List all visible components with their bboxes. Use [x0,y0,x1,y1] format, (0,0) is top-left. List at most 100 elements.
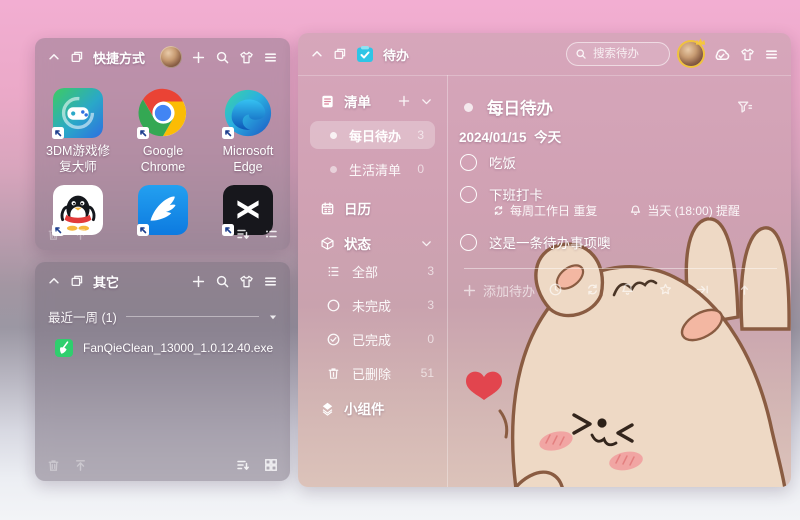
shortcuts-panel-footer [46,222,279,246]
grid-view-icon[interactable] [263,457,279,473]
group-label: 最近一周 (1) [48,311,117,325]
todo-main: 每日待办 2024/01/15 今天 吃饭 下班打卡 每周工作日 重复 当天 (… [448,75,791,487]
todo-item[interactable]: 吃饭 [460,152,516,172]
trash-icon[interactable] [46,227,61,242]
lists-section-header[interactable]: 清单 [320,90,447,112]
file-name: FanQieClean_13000_1.0.12.40.exe [83,341,274,355]
collapse-icon[interactable] [310,47,324,61]
repeat-icon [494,206,503,215]
window-mode-icon[interactable] [333,47,347,61]
todo-item[interactable]: 下班打卡 [460,184,543,204]
shortcut-arrow-icon [222,127,234,139]
collapse-icon[interactable] [47,274,61,288]
user-avatar[interactable] [679,38,706,66]
collapse-lists-icon[interactable] [420,95,433,108]
todo-checkbox[interactable] [460,233,477,251]
todo-sidebar: 清单 每日待办 3 生活清单 0 日历 状态 全部 3 未完成 3 已完成 0 … [298,75,447,487]
list-color-dot [464,102,473,112]
theme-shirt-icon[interactable] [740,47,755,62]
priority-up-icon[interactable] [737,282,752,297]
app-label: Microsoft Edge [222,144,274,174]
sidebar-list-daily[interactable]: 每日待办 3 [310,121,435,149]
window-mode-icon[interactable] [70,50,84,64]
status-label: 全部 [352,264,379,280]
calendar-icon [321,201,334,214]
filter-icon[interactable] [736,99,753,116]
status-section-header[interactable]: 状态 [320,232,447,254]
other-panel-footer [46,453,279,477]
status-count: 51 [420,366,434,380]
menu-icon[interactable] [263,50,278,65]
trash-icon[interactable] [46,458,61,473]
recent-week-group[interactable]: 最近一周 (1) [48,307,278,326]
todo-search[interactable] [566,42,670,66]
status-label: 已删除 [352,366,392,382]
user-avatar[interactable] [160,46,182,68]
status-cube-icon [321,236,334,250]
sort-icon[interactable] [235,457,251,473]
date-heading: 2024/01/15 今天 [459,130,562,145]
collapse-icon[interactable] [47,50,61,64]
cloud-sync-icon[interactable] [712,45,731,64]
todo-checkbox[interactable] [460,153,477,171]
move-to-list-icon[interactable] [695,282,710,297]
todo-panel: 待办 清单 每日待办 3 [298,33,791,487]
theme-shirt-icon[interactable] [239,50,254,65]
todo-panel-header: 待办 [298,33,791,76]
add-icon[interactable] [191,50,206,65]
app-shortcut-3dm[interactable]: 3DM游戏修 复大师 [36,88,120,175]
status-count: 3 [427,264,434,278]
schedule-clock-icon[interactable] [548,282,563,297]
bell-icon[interactable] [620,282,635,297]
list-doc-icon [322,95,333,107]
caret-down-icon[interactable] [268,312,278,322]
status-item-deleted[interactable]: 已删除 51 [326,356,447,390]
menu-icon[interactable] [764,47,779,62]
move-up-icon[interactable] [73,458,88,473]
lists-header-label: 清单 [344,95,371,110]
completed-check-circle-icon [327,333,340,345]
search-icon[interactable] [215,50,230,65]
list-view-icon[interactable] [263,226,279,242]
menu-icon[interactable] [263,274,278,289]
other-panel-header: 其它 [35,262,290,300]
status-count: 0 [427,332,434,346]
app-shortcut-edge[interactable]: Microsoft Edge [206,88,290,175]
shortcuts-panel-title: 快捷方式 [93,50,146,66]
todo-item[interactable]: 这是一条待办事项噢 [460,232,611,252]
todo-search-input[interactable] [591,47,661,61]
widgets-diamond-icon [322,402,333,416]
todo-panel-title: 待办 [383,47,410,63]
fanqie-clean-file-icon [55,339,73,357]
other-panel: 其它 最近一周 (1) FanQieClean_13000_1.0.12.40.… [35,262,290,481]
window-mode-icon[interactable] [70,274,84,288]
app-shortcut-chrome[interactable]: Google Chrome [121,88,205,175]
status-item-all[interactable]: 全部 3 [326,254,447,288]
calendar-label: 日历 [344,202,371,217]
add-list-icon[interactable] [397,94,411,108]
status-item-incomplete[interactable]: 未完成 3 [326,288,447,322]
add-todo-row[interactable]: 添加待办 [462,278,781,302]
add-icon[interactable] [191,274,206,289]
add-row-divider [464,268,777,269]
theme-shirt-icon[interactable] [239,274,254,289]
repeat-icon[interactable] [585,282,600,297]
sidebar-item-calendar[interactable]: 日历 [320,197,447,219]
status-label: 已完成 [352,332,392,348]
file-item[interactable]: FanQieClean_13000_1.0.12.40.exe [55,339,280,357]
status-item-completed[interactable]: 已完成 0 [326,322,447,356]
search-icon[interactable] [215,274,230,289]
plus-icon[interactable] [462,283,477,298]
todo-checkbox[interactable] [460,185,477,203]
move-up-icon[interactable] [73,227,88,242]
star-icon[interactable] [658,282,673,297]
status-header-label: 状态 [344,237,371,252]
sidebar-list-life[interactable]: 生活清单 0 [310,155,435,183]
todo-meta: 每周工作日 重复 当天 (18:00) 提醒 [492,202,740,219]
collapse-status-icon[interactable] [420,237,433,250]
sort-icon[interactable] [235,226,251,242]
sidebar-item-widgets[interactable]: 小组件 [320,397,447,419]
status-label: 未完成 [352,298,392,314]
list-label: 每日待办 [349,128,402,144]
shortcuts-panel: 快捷方式 3DM游戏修 复大师 Google Chrome Microsoft … [35,38,290,250]
